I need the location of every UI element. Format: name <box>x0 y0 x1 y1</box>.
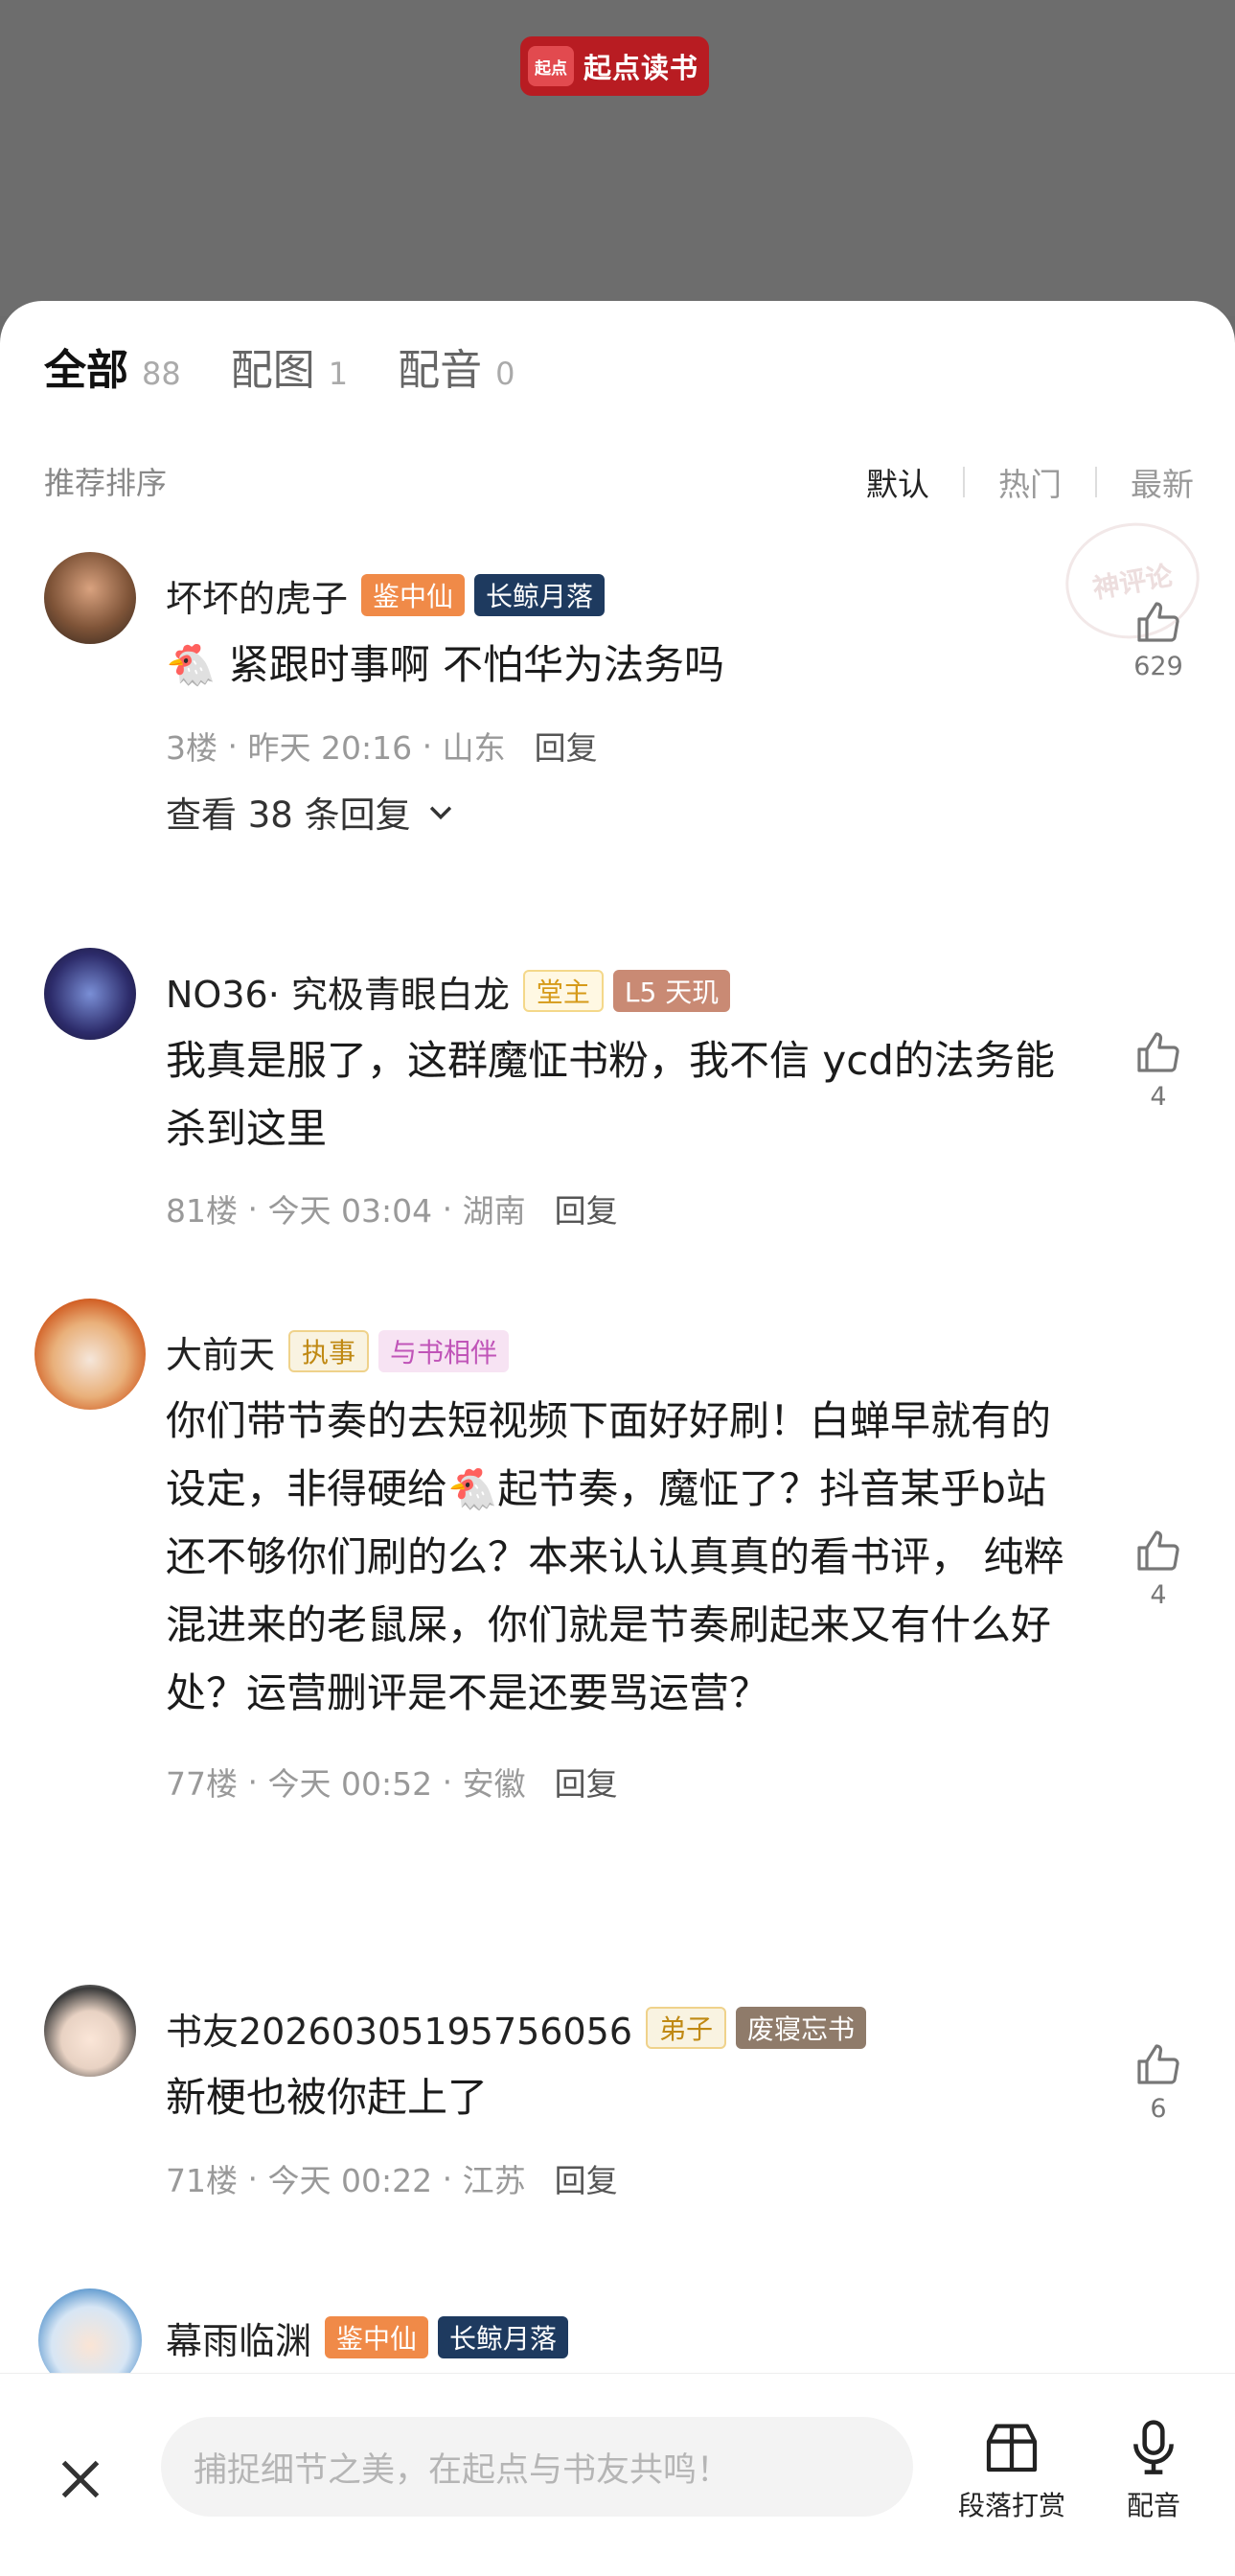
floor-number: 81楼 <box>166 1192 238 1230</box>
comment-region: 湖南 <box>462 1192 526 1230</box>
dub-button[interactable]: 配音 <box>1123 2416 1184 2523</box>
chevron-down-icon <box>429 806 451 820</box>
like-button[interactable]: 6 <box>1120 2042 1197 2124</box>
comment-meta: 81楼 · 今天 03:04 · 湖南 回复 <box>166 1185 618 1231</box>
username[interactable]: 大前天 <box>166 1325 275 1378</box>
dimmed-background: 起点 起点读书 <box>0 0 1235 316</box>
avatar[interactable] <box>44 1985 136 2077</box>
tab-label: 全部 <box>44 346 128 395</box>
tab-count: 1 <box>328 356 349 392</box>
floor-number: 77楼 <box>166 1765 238 1803</box>
paragraph-reward-label: 段落打赏 <box>958 2490 1066 2521</box>
tab-count: 0 <box>495 356 515 392</box>
user-badge: 鉴中仙 <box>325 2316 429 2358</box>
sort-options: 默认 热门 最新 <box>866 459 1194 505</box>
tab-count: 88 <box>142 356 181 392</box>
avatar[interactable] <box>34 1299 146 1410</box>
thumbs-up-icon <box>1137 2044 1179 2084</box>
user-badge: 鉴中仙 <box>361 574 466 616</box>
comment-region: 江苏 <box>462 2162 526 2199</box>
comment-input[interactable]: 捕捉细节之美，在起点与书友共鸣！ <box>161 2417 913 2517</box>
sort-hot-option[interactable]: 热门 <box>998 459 1062 505</box>
comment-time: 今天 00:22 <box>267 2162 433 2199</box>
user-badge: 废寝忘书 <box>736 2007 867 2049</box>
user-badge: L5 天玑 <box>612 970 731 1012</box>
thumbs-up-icon <box>1137 1032 1179 1072</box>
avatar[interactable] <box>44 948 136 1040</box>
comment-meta: 77楼 · 今天 00:52 · 安徽 回复 <box>166 1759 618 1805</box>
comment-time: 今天 00:52 <box>267 1765 433 1803</box>
user-badge: 堂主 <box>522 970 604 1012</box>
comment-meta: 71楼 · 今天 00:22 · 江苏 回复 <box>166 2155 618 2201</box>
user-badge: 弟子 <box>646 2007 727 2049</box>
tab-audio[interactable]: 配音 0 <box>398 335 515 397</box>
view-replies-label: 查看 38 条回复 <box>166 794 411 836</box>
reply-button[interactable]: 回复 <box>555 2155 618 2201</box>
avatar[interactable] <box>44 552 136 644</box>
username[interactable]: NO36· 究极青眼白龙 <box>166 965 510 1018</box>
comment-text: 新梗也被你赶上了 <box>166 2074 489 2121</box>
username[interactable]: 坏坏的虎子 <box>166 569 348 622</box>
close-icon[interactable] <box>52 2450 109 2508</box>
comment-header: NO36· 究极青眼白龙 堂主 L5 天玑 <box>166 965 740 1018</box>
comment-header: 坏坏的虎子 鉴中仙 长鲸月落 <box>166 569 614 622</box>
reply-button[interactable]: 回复 <box>555 1759 618 1805</box>
reward-gift-icon <box>986 2424 1038 2472</box>
like-count: 6 <box>1150 2094 1167 2124</box>
microphone-icon <box>1133 2420 1174 2474</box>
comment-tabs: 全部 88 配图 1 配音 0 <box>44 335 564 401</box>
comment-input-bar: 捕捉细节之美，在起点与书友共鸣！ 段落打赏 配音 <box>0 2373 1235 2576</box>
username[interactable]: 幕雨临渊 <box>166 2312 311 2364</box>
username[interactable]: 书友20260305195756056 <box>166 2002 632 2055</box>
comment-header: 幕雨临渊 鉴中仙 长鲸月落 <box>166 2312 578 2364</box>
comment-text: 我真是服了，这群魔怔书粉，我不信 ycd的法务能杀到这里 <box>166 1037 1055 1152</box>
app-brand: 起点 起点读书 <box>520 36 709 96</box>
like-count: 629 <box>1133 652 1183 681</box>
tab-label: 配图 <box>230 346 315 395</box>
comment-time: 今天 03:04 <box>267 1192 433 1230</box>
tab-all[interactable]: 全部 88 <box>44 335 181 401</box>
brand-name: 起点读书 <box>583 52 699 84</box>
divider <box>1095 467 1097 497</box>
comment-sheet: 全部 88 配图 1 配音 0 推荐排序 默认 热门 最新 神评论 坏坏的虎子 … <box>0 301 1235 2576</box>
user-badge: 执事 <box>288 1330 370 1372</box>
user-badge: 与书相伴 <box>378 1330 510 1372</box>
comment-time: 昨天 20:16 <box>247 729 413 767</box>
brand-logo-icon: 起点 <box>528 46 574 86</box>
floor-number: 71楼 <box>166 2162 238 2199</box>
comment-header: 大前天 执事 与书相伴 <box>166 1325 518 1378</box>
thumbs-up-icon <box>1137 1530 1179 1571</box>
comment-meta: 3楼 · 昨天 20:16 · 山东 回复 <box>166 723 598 769</box>
divider <box>963 467 965 497</box>
like-button[interactable]: 629 <box>1120 600 1197 681</box>
comment-header: 书友20260305195756056 弟子 废寝忘书 <box>166 2002 876 2055</box>
dub-label: 配音 <box>1126 2490 1180 2521</box>
comment-region: 山东 <box>442 729 506 767</box>
paragraph-reward-button[interactable]: 段落打赏 <box>958 2416 1065 2523</box>
tab-images[interactable]: 配图 1 <box>231 335 348 397</box>
comment-region: 安徽 <box>462 1765 526 1803</box>
sort-latest-option[interactable]: 最新 <box>1131 459 1194 505</box>
tab-label: 配音 <box>398 346 483 395</box>
reply-button[interactable]: 回复 <box>555 1185 618 1231</box>
like-button[interactable]: 4 <box>1120 1030 1197 1112</box>
like-button[interactable]: 4 <box>1120 1529 1197 1610</box>
like-count: 4 <box>1150 1082 1167 1112</box>
like-count: 4 <box>1150 1580 1167 1610</box>
sort-default-option[interactable]: 默认 <box>866 459 929 505</box>
reply-button[interactable]: 回复 <box>535 723 598 769</box>
comment-text: 你们带节奏的去短视频下面好好刷！白蝉早就有的设定，非得硬给🐔起节奏，魔怔了？抖音… <box>166 1397 1064 1716</box>
user-badge: 长鲸月落 <box>474 574 606 616</box>
floor-number: 3楼 <box>166 729 217 767</box>
thumbs-up-icon <box>1137 602 1179 642</box>
user-badge: 长鲸月落 <box>438 2316 569 2358</box>
sort-bar: 推荐排序 默认 热门 最新 <box>44 459 1194 505</box>
sort-label: 推荐排序 <box>44 465 168 501</box>
comment-text: 🐔 紧跟时事啊 不怕华为法务吗 <box>166 641 724 688</box>
view-replies-link[interactable]: 查看 38 条回复 <box>166 786 457 838</box>
